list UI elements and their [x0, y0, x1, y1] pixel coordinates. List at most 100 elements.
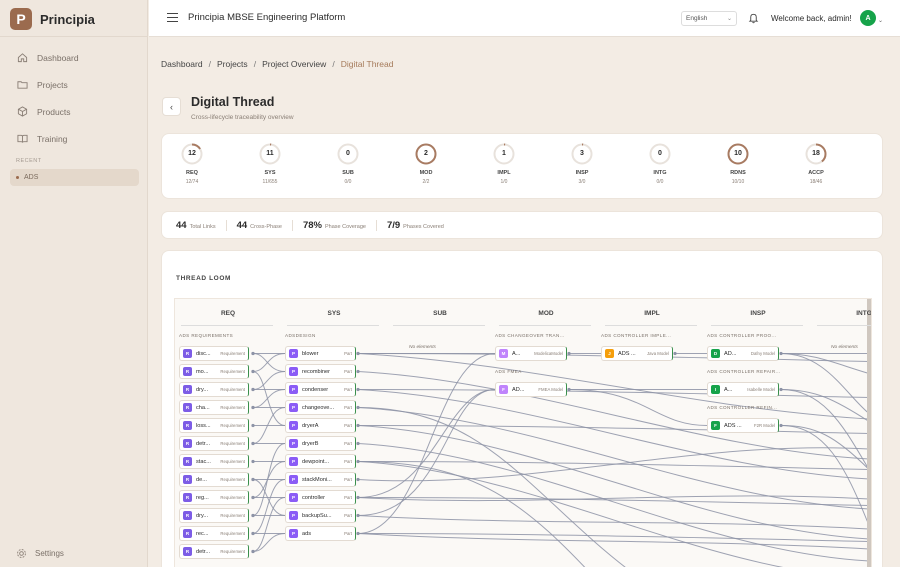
thread-link	[568, 389, 708, 426]
sidebar-item-projects[interactable]: Projects	[10, 71, 140, 98]
thread-node[interactable]: Rdetr... Requirement	[179, 436, 249, 451]
node-name: blower	[302, 350, 319, 357]
node-type: Isabelle Model	[747, 387, 775, 392]
phase-count: 0	[346, 150, 350, 157]
phase-code: INTG	[653, 170, 667, 176]
sub-empty-text: No elements	[409, 345, 436, 350]
notification-bell-icon[interactable]	[748, 11, 759, 29]
chevron-down-icon[interactable]: ⌄	[878, 17, 883, 24]
thread-node[interactable]: PdryerB Part	[285, 436, 356, 451]
loom-scrollbar[interactable]	[867, 299, 871, 567]
sidebar-item-dashboard[interactable]: Dashboard	[10, 44, 140, 71]
phase-code: ACCP	[808, 170, 824, 176]
phase-impl[interactable]: 1 IMPL 1/0	[484, 143, 524, 185]
stat-phase-coverage: 78% Phase Coverage	[303, 219, 377, 231]
column-header-insp: INSP	[750, 310, 766, 317]
node-type-badge: P	[289, 439, 298, 448]
thread-node[interactable]: Rreg... Requirement	[179, 490, 249, 505]
stats-card: 44 Total Links 44 Cross-Phase 78% Phase Cov…	[161, 211, 883, 239]
chevron-left-icon: ‹	[170, 101, 173, 112]
thread-node[interactable]: PstackMoni... Part	[285, 472, 356, 487]
phase-progress-ring: 1	[493, 143, 515, 165]
thread-node[interactable]: Rdry... Requirement	[179, 382, 249, 397]
thread-node[interactable]: Rrec... Requirement	[179, 526, 249, 541]
thread-node[interactable]: Pcondenser Part	[285, 382, 356, 397]
page-subtitle: Cross-lifecycle traceability overview	[191, 114, 294, 121]
language-value: English	[686, 15, 708, 22]
node-name: stackMoni...	[302, 476, 332, 483]
thread-node[interactable]: Rdetr... Requirement	[179, 544, 249, 559]
thread-node[interactable]: Rdisc... Requirement	[179, 346, 249, 361]
phase-fraction: 10/10	[731, 179, 745, 185]
thread-endpoint	[251, 549, 255, 554]
sidebar: P Principia Dashboard Projects Products …	[0, 0, 148, 567]
node-type-badge: R	[183, 349, 192, 358]
avatar[interactable]: A	[860, 10, 876, 26]
home-icon	[17, 53, 28, 63]
phase-sub[interactable]: 0 SUB 0/0	[328, 143, 368, 185]
box-icon	[17, 106, 28, 117]
node-type-badge: P	[289, 403, 298, 412]
app-name: Principia	[40, 11, 95, 27]
node-name: AD...	[512, 386, 525, 393]
phase-req[interactable]: 12 REQ 12/74	[172, 143, 212, 185]
thread-node[interactable]: F AD... FMEA Model	[495, 382, 567, 397]
thread-node[interactable]: Precombiner Part	[285, 364, 356, 379]
thread-node[interactable]: Pdewpoint... Part	[285, 454, 356, 469]
thread-node[interactable]: Pchangeove... Part	[285, 400, 356, 415]
phase-sys[interactable]: 11 SYS 11/655	[250, 143, 290, 185]
phase-count: 10	[734, 150, 742, 157]
thread-endpoint	[251, 423, 255, 428]
back-button[interactable]: ‹	[162, 97, 181, 116]
node-type-badge: P	[289, 475, 298, 484]
thread-loom-canvas[interactable]: REQ SYS SUB MOD IMPL INSP INTG ADS REQUIREMENTS…	[174, 298, 872, 567]
settings-link[interactable]: Settings	[16, 548, 64, 559]
node-type: Requirement	[220, 477, 245, 482]
thread-link	[357, 389, 496, 498]
thread-node[interactable]: D AD... Dafny Model	[707, 346, 779, 361]
node-name: dryerB	[302, 440, 319, 447]
sidebar-nav: Dashboard Projects Products Training	[10, 44, 140, 152]
thread-node[interactable]: Pads Part	[285, 526, 356, 541]
breadcrumb-projects[interactable]: Projects	[217, 59, 248, 69]
phase-mod[interactable]: 2 MOD 2/2	[406, 143, 446, 185]
node-name: de...	[196, 476, 207, 483]
breadcrumb-dashboard[interactable]: Dashboard	[161, 59, 203, 69]
breadcrumb-project-overview[interactable]: Project Overview	[262, 59, 326, 69]
thread-node[interactable]: Pcontroller Part	[285, 490, 356, 505]
language-select[interactable]: English ⌄	[681, 11, 737, 26]
phase-progress-ring: 12	[181, 143, 203, 165]
phase-progress-ring: 2	[415, 143, 437, 165]
phase-fraction: 0/0	[656, 179, 664, 185]
group-label: ADSDESIGN	[285, 333, 316, 338]
phase-code: IMPL	[497, 170, 511, 176]
phase-accp[interactable]: 18 ACCP 18/46	[796, 143, 836, 185]
recent-item-ads[interactable]: ADS	[10, 169, 139, 186]
thread-node[interactable]: Rloss... Requirement	[179, 418, 249, 433]
thread-node[interactable]: Rcha... Requirement	[179, 400, 249, 415]
sidebar-item-training[interactable]: Training	[10, 125, 140, 152]
menu-toggle-button[interactable]	[167, 13, 178, 23]
phase-intg[interactable]: 0 INTG 0/0	[640, 143, 680, 185]
brand[interactable]: P Principia	[10, 8, 95, 30]
thread-node[interactable]: Rstac... Requirement	[179, 454, 249, 469]
thread-node[interactable]: F ADS ... F2R Model	[707, 418, 779, 433]
thread-node[interactable]: Rmo... Requirement	[179, 364, 249, 379]
node-type: Part	[344, 369, 352, 374]
thread-node[interactable]: Rde... Requirement	[179, 472, 249, 487]
thread-node[interactable]: PdryerA Part	[285, 418, 356, 433]
phase-progress-ring: 10	[727, 143, 749, 165]
thread-node[interactable]: I A... Isabelle Model	[707, 382, 779, 397]
phase-code: RDNS	[730, 170, 746, 176]
phase-rdns[interactable]: 10 RDNS 10/10	[718, 143, 758, 185]
thread-node[interactable]: Pblower Part	[285, 346, 356, 361]
thread-node[interactable]: M A... ModelicaModel	[495, 346, 567, 361]
page-title: Digital Thread	[191, 95, 275, 109]
phase-insp[interactable]: 3 INSP 3/0	[562, 143, 602, 185]
phase-code: INSP	[575, 170, 589, 176]
thread-node[interactable]: PbackupSu... Part	[285, 508, 356, 523]
sidebar-item-products[interactable]: Products	[10, 98, 140, 125]
thread-node[interactable]: J ADS ... Java Model	[601, 346, 673, 361]
thread-endpoint	[356, 387, 360, 392]
thread-node[interactable]: Rdry... Requirement	[179, 508, 249, 523]
